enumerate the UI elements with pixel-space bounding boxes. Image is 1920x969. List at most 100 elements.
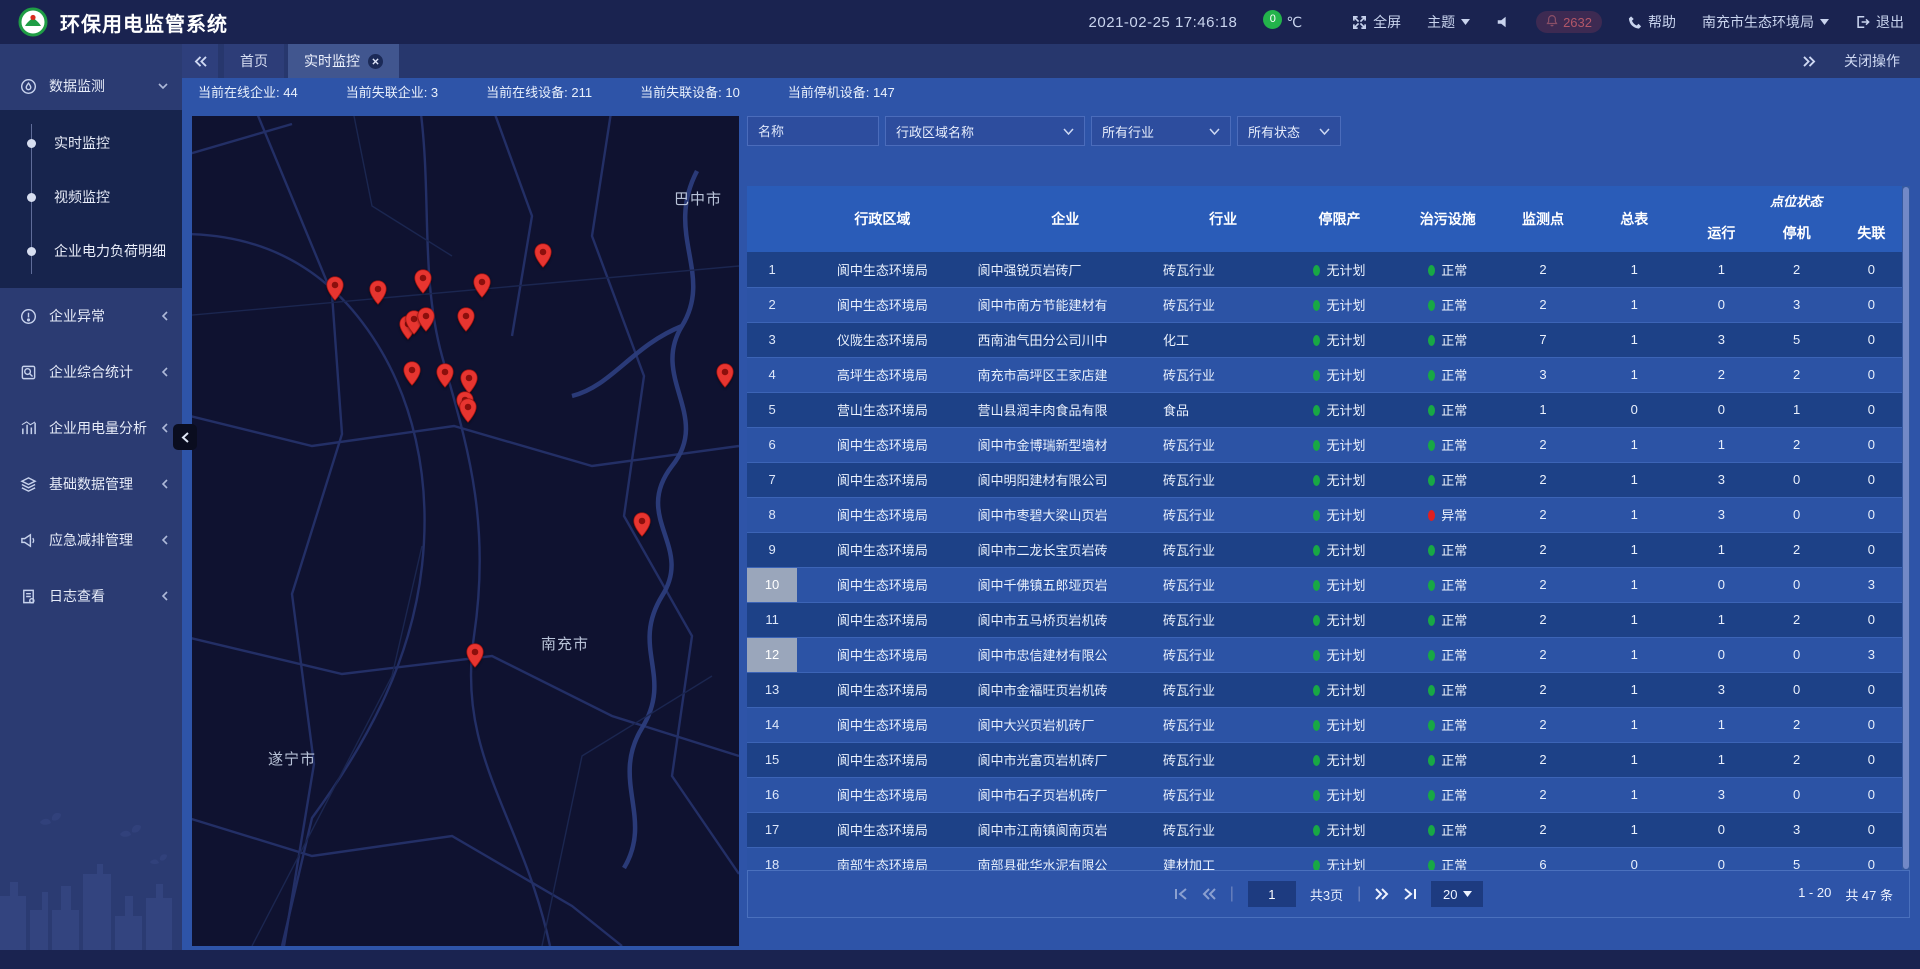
cell-monitor: 6 <box>1500 847 1586 870</box>
cell-offline: 3 <box>1833 567 1910 602</box>
sidebar-item-logs[interactable]: 日志查看 <box>0 568 182 624</box>
cell-offline: 0 <box>1833 357 1910 392</box>
org-dropdown[interactable]: 南充市生态环境局 <box>1702 12 1829 32</box>
cell-company: 阆中市金福旺页岩机砖 <box>968 672 1163 707</box>
table-row[interactable]: 12阆中生态环境局阆中市忠信建材有限公砖瓦行业无计划正常21003 <box>747 637 1910 672</box>
cell-meter: 1 <box>1586 637 1682 672</box>
sidebar-item-base-data[interactable]: 基础数据管理 <box>0 456 182 512</box>
close-icon[interactable] <box>368 54 383 69</box>
temperature-unit: ℃ <box>1286 14 1302 31</box>
stats-report-icon <box>20 364 37 381</box>
cell-offline: 0 <box>1833 707 1910 742</box>
sidebar-item-video-monitor[interactable]: 视频监控 <box>0 170 182 224</box>
table-row[interactable]: 6阆中生态环境局阆中市金博瑞新型墙材砖瓦行业无计划正常21120 <box>747 427 1910 462</box>
table-row[interactable]: 2阆中生态环境局阆中市南方节能建材有砖瓦行业无计划正常21030 <box>747 287 1910 322</box>
cell-company: 西南油气田分公司川中 <box>968 322 1163 357</box>
sidebar-item-realtime-monitor[interactable]: 实时监控 <box>0 116 182 170</box>
cell-monitor: 2 <box>1500 672 1586 707</box>
cell-region: 阆中生态环境局 <box>797 567 967 602</box>
table-row[interactable]: 15阆中生态环境局阆中市光富页岩机砖厂砖瓦行业无计划正常21120 <box>747 742 1910 777</box>
gis-map[interactable]: 巴中市南充市遂宁市 <box>192 116 739 946</box>
cell-offline: 0 <box>1833 532 1910 567</box>
page-number-input[interactable] <box>1248 881 1296 907</box>
map-city-label: 南充市 <box>541 633 589 654</box>
cell-facility: 异常 <box>1396 497 1500 532</box>
sidebar-subitem-label: 实时监控 <box>54 133 110 153</box>
table-row[interactable]: 9阆中生态环境局阆中市二龙长宝页岩砖砖瓦行业无计划正常21120 <box>747 532 1910 567</box>
sidebar-item-emergency[interactable]: 应急减排管理 <box>0 512 182 568</box>
log-document-icon <box>20 588 37 605</box>
table-row[interactable]: 18南部生态环境局南部县砒华水泥有限公建材加工无计划正常60050 <box>747 847 1910 870</box>
cell-offline: 0 <box>1833 322 1910 357</box>
scrollbar-thumb[interactable] <box>1903 187 1909 869</box>
name-filter-input[interactable] <box>758 124 868 139</box>
map-collapse-toggle[interactable] <box>173 424 197 450</box>
cell-facility: 正常 <box>1396 637 1500 672</box>
help-button[interactable]: 帮助 <box>1628 12 1676 32</box>
cell-region: 阆中生态环境局 <box>797 707 967 742</box>
sidebar-item-data-monitor[interactable]: 数据监测 <box>0 62 182 110</box>
app-logo-icon <box>18 7 48 37</box>
table-row[interactable]: 14阆中生态环境局阆中大兴页岩机砖厂砖瓦行业无计划正常21120 <box>747 707 1910 742</box>
table-row[interactable]: 11阆中生态环境局阆中市五马桥页岩机砖砖瓦行业无计划正常21120 <box>747 602 1910 637</box>
cell-company: 阆中市金博瑞新型墙材 <box>968 427 1163 462</box>
region-filter-select[interactable]: 行政区域名称 <box>885 116 1085 146</box>
table-scrollbar[interactable] <box>1902 186 1910 870</box>
status-filter-select[interactable]: 所有状态 <box>1237 116 1341 146</box>
fullscreen-button[interactable]: 全屏 <box>1352 12 1401 32</box>
top-header: 环保用电监管系统 2021-02-25 17:46:18 0 ℃ 全屏 主题 <box>0 0 1920 44</box>
table-row[interactable]: 5营山生态环境局营山县润丰肉食品有限食品无计划正常10010 <box>747 392 1910 427</box>
cell-monitor: 2 <box>1500 742 1586 777</box>
first-page-button[interactable] <box>1174 888 1188 900</box>
page-size-value: 20 <box>1443 887 1457 902</box>
facility-status: 正常 <box>1441 648 1467 663</box>
industry-filter-select[interactable]: 所有行业 <box>1091 116 1231 146</box>
cell-stopped: 2 <box>1761 532 1833 567</box>
table-row[interactable]: 1阆中生态环境局阆中强锐页岩砖厂砖瓦行业无计划正常21120 <box>747 252 1910 287</box>
table-row[interactable]: 7阆中生态环境局阆中明阳建材有限公司砖瓦行业无计划正常21300 <box>747 462 1910 497</box>
sidebar-item-label: 基础数据管理 <box>49 474 149 494</box>
stats-bar: 当前在线企业: 44当前失联企业: 3当前在线设备: 211当前失联设备: 10… <box>182 78 1920 104</box>
logout-button[interactable]: 退出 <box>1855 12 1904 32</box>
tab-realtime-monitor[interactable]: 实时监控 <box>288 44 399 78</box>
divider: | <box>1357 885 1361 903</box>
table-row[interactable]: 10阆中生态环境局阆中千佛镇五郎垭页岩砖瓦行业无计划正常21003 <box>747 567 1910 602</box>
speaker-icon <box>1496 15 1510 29</box>
tab-bar: 首页 实时监控 关闭操作 <box>182 44 1920 78</box>
sidebar-item-label: 企业综合统计 <box>49 362 149 382</box>
close-operations-button[interactable]: 关闭操作 <box>1844 51 1900 71</box>
cell-company: 阆中市忠信建材有限公 <box>968 637 1163 672</box>
cell-index: 4 <box>747 357 797 392</box>
cell-region: 阆中生态环境局 <box>797 252 967 287</box>
cell-industry: 砖瓦行业 <box>1163 707 1283 742</box>
cell-company: 南部县砒华水泥有限公 <box>968 847 1163 870</box>
sidebar-item-company-statistics[interactable]: 企业综合统计 <box>0 344 182 400</box>
tab-home[interactable]: 首页 <box>224 44 284 78</box>
sidebar-item-power-analysis[interactable]: 企业用电量分析 <box>0 400 182 456</box>
table-row[interactable]: 4高坪生态环境局南充市高坪区王家店建砖瓦行业无计划正常31220 <box>747 357 1910 392</box>
table-row[interactable]: 13阆中生态环境局阆中市金福旺页岩机砖砖瓦行业无计划正常21300 <box>747 672 1910 707</box>
cell-running: 3 <box>1682 322 1760 357</box>
name-filter-field[interactable] <box>747 116 879 146</box>
table-row[interactable]: 17阆中生态环境局阆中市江南镇阆南页岩砖瓦行业无计划正常21030 <box>747 812 1910 847</box>
bar-chart-icon <box>20 420 37 437</box>
prev-page-button[interactable] <box>1202 888 1216 900</box>
cell-region: 阆中生态环境局 <box>797 672 967 707</box>
sound-mute-button[interactable] <box>1496 15 1510 29</box>
table-row[interactable]: 3仪陇生态环境局西南油气田分公司川中化工无计划正常71350 <box>747 322 1910 357</box>
sidebar-item-power-load-detail[interactable]: 企业电力负荷明细 <box>0 224 182 278</box>
table-row[interactable]: 16阆中生态环境局阆中市石子页岩机砖厂砖瓦行业无计划正常21300 <box>747 777 1910 812</box>
next-page-button[interactable] <box>1375 888 1389 900</box>
tabs-scroll-left-button[interactable] <box>182 44 218 78</box>
sidebar-subitem-label: 企业电力负荷明细 <box>54 241 166 261</box>
theme-dropdown[interactable]: 主题 <box>1427 12 1470 32</box>
cell-meter: 1 <box>1586 602 1682 637</box>
last-page-button[interactable] <box>1403 888 1417 900</box>
notification-pill[interactable]: 2632 <box>1536 11 1602 33</box>
table-row[interactable]: 8阆中生态环境局阆中市枣碧大梁山页岩砖瓦行业无计划异常21300 <box>747 497 1910 532</box>
status-dot-green <box>1313 510 1320 521</box>
sidebar-item-company-abnormal[interactable]: 企业异常 <box>0 288 182 344</box>
cell-production: 无计划 <box>1283 777 1395 812</box>
page-size-select[interactable]: 20 <box>1431 881 1483 907</box>
tabs-scroll-right-button[interactable] <box>1803 56 1816 67</box>
